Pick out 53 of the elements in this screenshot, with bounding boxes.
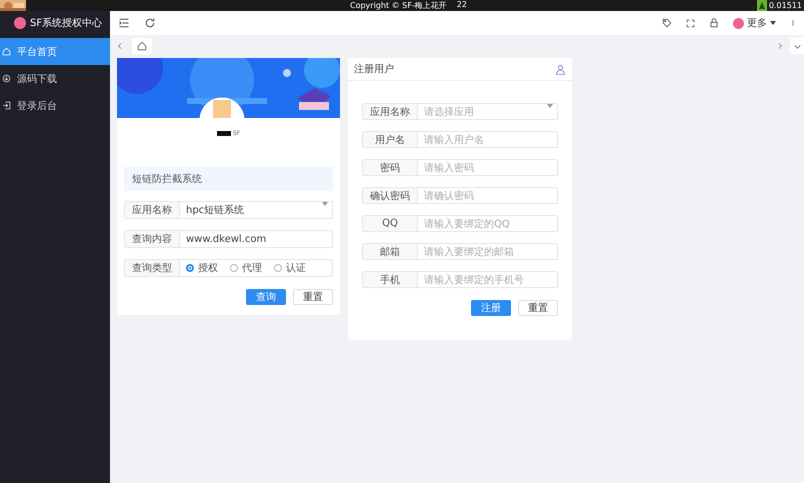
copyright-text: Copyright © SF-梅上花开 — [350, 0, 447, 11]
card-title: 注册用户 — [354, 62, 394, 76]
tag-icon[interactable] — [662, 18, 672, 28]
chevron-right-icon[interactable] — [776, 41, 784, 51]
counter-text: 22 — [456, 0, 467, 11]
field-label: 手机 — [363, 272, 418, 287]
tabs-dropdown[interactable] — [790, 38, 804, 54]
refresh-icon[interactable] — [144, 17, 156, 29]
reset-button[interactable]: 重置 — [518, 300, 558, 316]
login-icon[interactable] — [2, 101, 11, 110]
nav-item[interactable]: 登录后台 — [0, 92, 110, 119]
input-field[interactable]: QQ 请输入要绑定的QQ — [362, 215, 558, 232]
menu-icon[interactable] — [118, 17, 130, 29]
radio-option[interactable]: 认证 — [274, 261, 306, 275]
lock-icon[interactable] — [709, 18, 719, 28]
brand-title: SF系统授权中心 — [30, 16, 102, 30]
input-field[interactable]: 用户名 请输入用户名 — [362, 131, 558, 148]
home-tab[interactable] — [132, 38, 152, 54]
input-field[interactable]: 手机 请输入要绑定的手机号 — [362, 271, 558, 288]
field-label: 密码 — [363, 160, 418, 175]
home-icon — [137, 41, 147, 51]
input-field[interactable]: 密码 请输入密码 — [362, 159, 558, 176]
user-icon — [555, 64, 566, 74]
field-label: 查询内容 — [125, 231, 180, 247]
chevron-left-icon[interactable] — [116, 41, 124, 51]
logo-icon — [14, 17, 26, 29]
caret-icon — [770, 21, 776, 25]
input-field[interactable]: 确认密码 请确认密码 — [362, 187, 558, 204]
notice-text: 短链防拦截系统 — [124, 167, 333, 191]
field-label: 应用名称 — [363, 104, 418, 119]
field-label: 应用名称 — [125, 202, 180, 218]
input-field[interactable]: 邮箱 请输入要绑定的邮箱 — [362, 243, 558, 260]
caret-icon — [547, 104, 553, 108]
field-label: QQ — [363, 216, 418, 231]
input-field[interactable]: 查询内容 www.dkewl.com — [124, 230, 333, 248]
caret-icon — [322, 202, 328, 206]
home-icon[interactable] — [2, 47, 11, 56]
app-icon[interactable] — [756, 0, 767, 11]
select-field[interactable]: 应用名称 hpc短链系统 — [124, 201, 333, 219]
reset-button[interactable]: 重置 — [293, 289, 333, 305]
field-label: 邮箱 — [363, 244, 418, 259]
nav-item[interactable]: 源码下载 — [0, 65, 110, 92]
field-label: 确认密码 — [363, 188, 418, 203]
redaction-bar — [216, 131, 231, 136]
radio-option[interactable]: 代理 — [230, 261, 262, 275]
select-field[interactable]: 应用名称 请选择应用 — [362, 103, 558, 120]
field-label: 用户名 — [363, 132, 418, 147]
user-menu[interactable]: 更多 — [733, 16, 776, 30]
price-reading: 0.01511 — [768, 1, 802, 10]
field-label: 查询类型 — [125, 260, 180, 276]
fullscreen-icon[interactable] — [686, 18, 695, 28]
radio-option[interactable]: 授权 — [186, 261, 218, 275]
download-icon[interactable] — [2, 74, 11, 83]
